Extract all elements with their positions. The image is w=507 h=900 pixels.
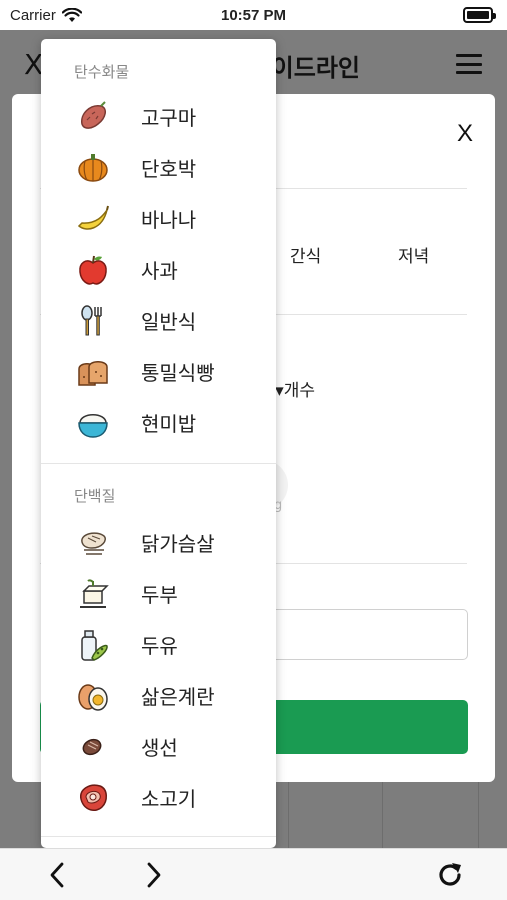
menu-item-sweet-potato[interactable]: 고구마 bbox=[41, 91, 276, 142]
menu-item-boiled-egg[interactable]: 삶은계란 bbox=[41, 670, 276, 721]
boiled-egg-icon bbox=[75, 678, 111, 714]
tab-snack[interactable]: 간식 bbox=[290, 242, 321, 267]
menu-item-label: 생선 bbox=[141, 736, 178, 760]
menu-item-label: 고구마 bbox=[141, 106, 197, 130]
pumpkin-icon bbox=[75, 150, 111, 186]
menu-item-pumpkin[interactable]: 단호박 bbox=[41, 142, 276, 193]
menu-item-fish[interactable]: 생선 bbox=[41, 721, 276, 772]
menu-item-soy-milk[interactable]: 두유 bbox=[41, 619, 276, 670]
chevron-right-icon bbox=[147, 862, 161, 888]
fish-icon bbox=[75, 729, 111, 765]
chevron-left-icon bbox=[50, 862, 64, 888]
menu-item-banana[interactable]: 바나나 bbox=[41, 193, 276, 244]
group-divider bbox=[41, 836, 276, 837]
status-bar: Carrier 10:57 PM bbox=[0, 0, 507, 30]
tofu-icon bbox=[75, 576, 111, 612]
beef-icon bbox=[75, 780, 111, 816]
reload-icon bbox=[439, 863, 461, 886]
food-dropdown-menu: 탄수화물 고구마 단호박 바나나 사과 일반식 통밀식빵 현미밥 단백질 닭가슴… bbox=[41, 39, 276, 848]
soy-milk-icon bbox=[75, 627, 111, 663]
menu-item-apple[interactable]: 사과 bbox=[41, 244, 276, 295]
menu-item-label: 삶은계란 bbox=[141, 685, 215, 709]
menu-item-tofu[interactable]: 두부 bbox=[41, 568, 276, 619]
chicken-breast-icon bbox=[75, 525, 111, 561]
menu-item-label: 닭가슴살 bbox=[141, 532, 215, 556]
menu-item-label: 사과 bbox=[141, 259, 178, 283]
apple-icon bbox=[75, 252, 111, 288]
menu-item-whole-wheat-bread[interactable]: 통밀식빵 bbox=[41, 346, 276, 397]
hamburger-menu-icon[interactable] bbox=[456, 54, 482, 74]
back-button[interactable] bbox=[37, 855, 77, 895]
reload-button[interactable] bbox=[430, 855, 470, 895]
menu-item-label: 바나나 bbox=[141, 208, 197, 232]
rice-bowl-icon bbox=[75, 405, 111, 441]
wifi-icon bbox=[61, 7, 82, 22]
tab-dinner[interactable]: 저녁 bbox=[398, 242, 429, 267]
carrier-label: Carrier bbox=[10, 6, 56, 24]
unit-select[interactable]: 개수▾ bbox=[275, 376, 315, 401]
menu-item-label: 두유 bbox=[141, 634, 178, 658]
browser-toolbar bbox=[0, 848, 507, 900]
battery-icon bbox=[463, 7, 496, 23]
bread-icon bbox=[75, 354, 111, 390]
forward-button[interactable] bbox=[134, 855, 174, 895]
status-left: Carrier bbox=[10, 7, 82, 24]
utensils-icon bbox=[75, 303, 111, 339]
group-header-carbs: 탄수화물 bbox=[74, 63, 130, 81]
modal-close-button[interactable]: X bbox=[457, 120, 473, 148]
menu-item-brown-rice[interactable]: 현미밥 bbox=[41, 397, 276, 448]
menu-item-beef[interactable]: 소고기 bbox=[41, 772, 276, 823]
menu-item-general-meal[interactable]: 일반식 bbox=[41, 295, 276, 346]
menu-item-label: 일반식 bbox=[141, 310, 197, 334]
group-divider bbox=[41, 463, 276, 464]
menu-item-chicken-breast[interactable]: 닭가슴살 bbox=[41, 517, 276, 568]
sweet-potato-icon bbox=[75, 99, 111, 135]
menu-item-label: 현미밥 bbox=[141, 412, 197, 436]
status-time: 10:57 PM bbox=[220, 6, 287, 24]
menu-item-label: 소고기 bbox=[141, 787, 197, 811]
menu-item-label: 통밀식빵 bbox=[141, 361, 215, 385]
menu-item-label: 단호박 bbox=[141, 157, 197, 181]
menu-item-label: 두부 bbox=[141, 583, 178, 607]
banana-icon bbox=[75, 201, 111, 237]
group-header-protein: 단백질 bbox=[74, 487, 116, 505]
